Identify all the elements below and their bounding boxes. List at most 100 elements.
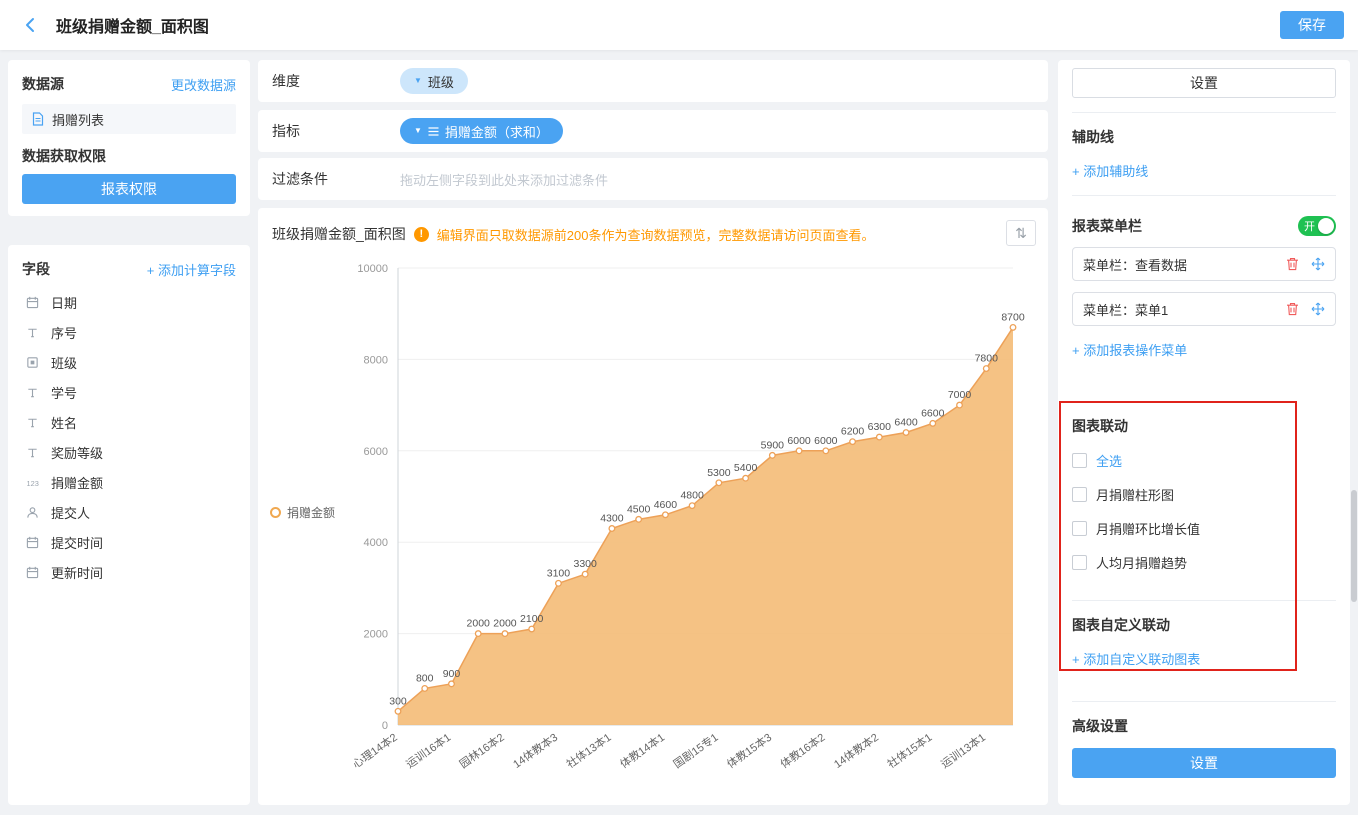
report-menu-title: 报表菜单栏: [1072, 216, 1142, 236]
dimension-pill[interactable]: ▼ 班级: [400, 68, 468, 94]
delete-icon[interactable]: [1286, 257, 1299, 271]
svg-text:4000: 4000: [364, 537, 388, 549]
field-item[interactable]: 123 捐赠金额: [22, 467, 236, 497]
svg-text:2000: 2000: [467, 618, 491, 630]
field-item[interactable]: 提交人: [22, 497, 236, 527]
fields-title: 字段: [22, 259, 50, 279]
chart-panel: 班级捐赠金额_面积图 ! 编辑界面只取数据源前200条作为查询数据预览，完整数据…: [258, 208, 1048, 805]
svg-text:6300: 6300: [868, 421, 892, 433]
divider: [1072, 600, 1336, 601]
field-item[interactable]: 学号: [22, 377, 236, 407]
menu-toggle[interactable]: 开: [1298, 216, 1336, 236]
field-item[interactable]: 提交时间: [22, 527, 236, 557]
svg-text:园林16本2: 园林16本2: [457, 730, 507, 771]
preview-notice: 编辑界面只取数据源前200条作为查询数据预览，完整数据请访问页面查看。: [437, 225, 875, 244]
filter-dropzone-placeholder: 拖动左侧字段到此处来添加过滤条件: [400, 170, 608, 189]
linkage-option[interactable]: 人均月捐赠趋势: [1072, 553, 1336, 572]
delete-icon[interactable]: [1286, 302, 1299, 316]
checkbox-icon[interactable]: [1072, 487, 1087, 502]
filter-row[interactable]: 过滤条件 拖动左侧字段到此处来添加过滤条件: [258, 158, 1048, 200]
settings-panel: 设置 辅助线 + 添加辅助线 报表菜单栏 开 菜单栏：查看数据菜单栏：菜单1 +…: [1058, 60, 1350, 805]
field-item[interactable]: 姓名: [22, 407, 236, 437]
back-icon[interactable]: [22, 16, 40, 34]
datasource-name: 捐赠列表: [52, 110, 104, 129]
svg-text:5400: 5400: [734, 462, 758, 474]
svg-text:3300: 3300: [573, 558, 597, 570]
add-report-menu-link[interactable]: + 添加报表操作菜单: [1072, 340, 1187, 359]
svg-text:6000: 6000: [364, 446, 388, 458]
sum-lines-icon: [428, 127, 439, 136]
field-label: 班级: [51, 353, 77, 372]
svg-text:4500: 4500: [627, 503, 651, 515]
select-all-option[interactable]: 全选: [1072, 451, 1336, 470]
linkage-options: 月捐赠柱形图月捐赠环比增长值人均月捐赠趋势: [1072, 485, 1336, 572]
menu-bar-item[interactable]: 菜单栏：查看数据: [1072, 247, 1336, 281]
sort-icon: ⇅: [1015, 225, 1027, 242]
dimension-value: 班级: [428, 72, 454, 91]
scrollbar-thumb[interactable]: [1351, 490, 1357, 602]
svg-text:国剧15专1: 国剧15专1: [670, 730, 720, 771]
report-permission-button[interactable]: 报表权限: [22, 174, 236, 204]
metric-value: 捐赠金额（求和）: [445, 122, 549, 141]
checkbox-icon[interactable]: [1072, 521, 1087, 536]
filter-label: 过滤条件: [272, 169, 400, 189]
add-auxline-link[interactable]: + 添加辅助线: [1072, 161, 1148, 180]
svg-text:运训13本1: 运训13本1: [938, 730, 988, 771]
field-item[interactable]: 日期: [22, 287, 236, 317]
add-calc-field-link[interactable]: + 添加计算字段: [147, 260, 236, 279]
checkbox-icon[interactable]: [1072, 453, 1087, 468]
data-permission-title: 数据获取权限: [22, 146, 236, 166]
svg-text:6400: 6400: [894, 417, 918, 429]
field-label: 捐赠金额: [51, 473, 103, 492]
field-item[interactable]: 更新时间: [22, 557, 236, 587]
move-icon[interactable]: [1311, 302, 1325, 316]
metric-row: 指标 ▼ 捐赠金额（求和）: [258, 110, 1048, 152]
move-icon[interactable]: [1311, 257, 1325, 271]
settings-button[interactable]: 设置: [1072, 68, 1336, 98]
menu-bar-item[interactable]: 菜单栏：菜单1: [1072, 292, 1336, 326]
linkage-option-label: 人均月捐赠趋势: [1096, 553, 1187, 572]
svg-text:体教15本3: 体教15本3: [724, 730, 774, 771]
person-icon: [26, 506, 42, 519]
metric-pill[interactable]: ▼ 捐赠金额（求和）: [400, 118, 563, 144]
svg-text:123: 123: [27, 478, 39, 487]
chart-title: 班级捐赠金额_面积图: [272, 224, 406, 244]
checkbox-icon[interactable]: [1072, 555, 1087, 570]
field-item[interactable]: 奖励等级: [22, 437, 236, 467]
calendar-icon: [26, 296, 42, 309]
page-title: 班级捐赠金额_面积图: [56, 13, 209, 37]
svg-text:社体13本1: 社体13本1: [564, 730, 614, 771]
datasource-item[interactable]: 捐赠列表: [22, 104, 236, 134]
linkage-option-label: 月捐赠柱形图: [1096, 485, 1174, 504]
custom-linkage-title: 图表自定义联动: [1072, 615, 1336, 635]
field-label: 序号: [51, 323, 77, 342]
advanced-settings-button[interactable]: 设置: [1072, 748, 1336, 778]
divider: [1072, 195, 1336, 196]
svg-text:6000: 6000: [814, 435, 838, 447]
save-button[interactable]: 保存: [1280, 11, 1344, 39]
calendar-icon: [26, 536, 42, 549]
sort-button[interactable]: ⇅: [1006, 220, 1036, 246]
chart-linkage-title: 图表联动: [1072, 416, 1336, 436]
field-item[interactable]: 序号: [22, 317, 236, 347]
add-custom-linkage-link[interactable]: + 添加自定义联动图表: [1072, 649, 1200, 668]
box-icon: [26, 356, 42, 369]
linkage-option[interactable]: 月捐赠环比增长值: [1072, 519, 1336, 538]
svg-text:2000: 2000: [364, 629, 388, 641]
svg-text:8000: 8000: [364, 354, 388, 366]
calendar-icon: [26, 566, 42, 579]
svg-text:5900: 5900: [761, 439, 785, 451]
caret-down-icon: ▼: [414, 77, 422, 85]
field-label: 奖励等级: [51, 443, 103, 462]
svg-text:体教14本1: 体教14本1: [617, 730, 667, 771]
svg-text:14体教本2: 14体教本2: [831, 730, 881, 771]
auxline-title: 辅助线: [1072, 127, 1336, 147]
svg-text:2000: 2000: [493, 618, 517, 630]
select-all-label[interactable]: 全选: [1096, 451, 1122, 470]
divider: [1072, 112, 1336, 113]
area-chart: 0200040006000800010000300800900200020002…: [272, 254, 1034, 802]
linkage-option[interactable]: 月捐赠柱形图: [1072, 485, 1336, 504]
field-item[interactable]: 班级: [22, 347, 236, 377]
change-datasource-link[interactable]: 更改数据源: [171, 75, 236, 94]
field-label: 日期: [51, 293, 77, 312]
